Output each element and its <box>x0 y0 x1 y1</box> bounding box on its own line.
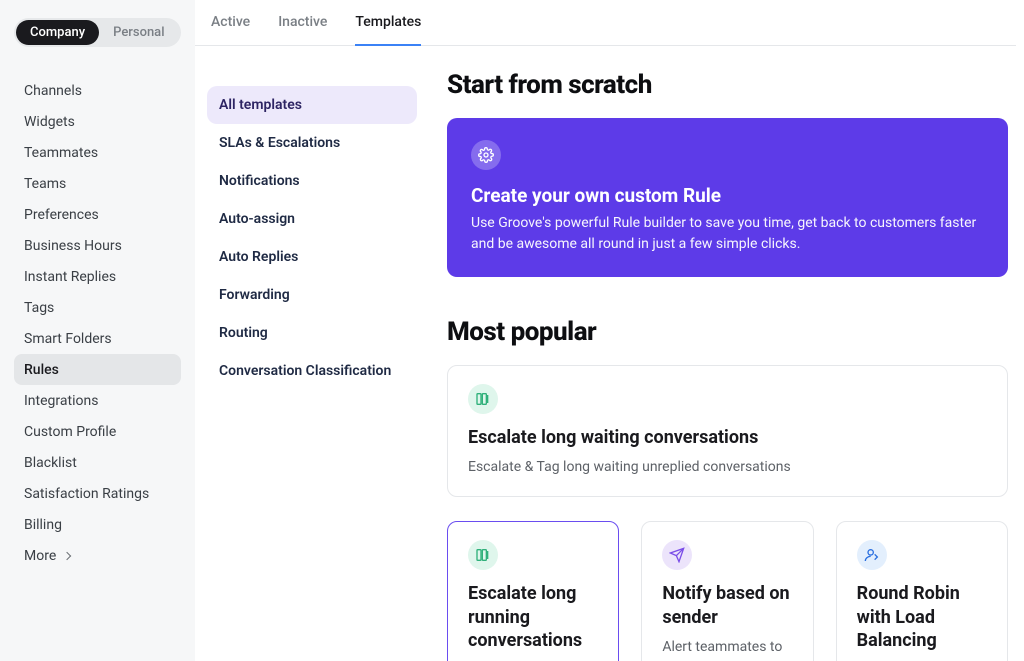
most-popular-heading: Most popular <box>447 317 1008 347</box>
category-auto-assign[interactable]: Auto-assign <box>207 200 417 238</box>
sidebar-item-widgets[interactable]: Widgets <box>14 106 181 137</box>
template-notify-sender[interactable]: Notify based on sender Alert teammates t… <box>641 521 813 661</box>
category-routing[interactable]: Routing <box>207 314 417 352</box>
scope-personal-tab[interactable]: Personal <box>99 20 178 45</box>
settings-sidebar: Company Personal Channels Widgets Teamma… <box>0 0 195 661</box>
sidebar-item-tags[interactable]: Tags <box>14 292 181 323</box>
scope-company-tab[interactable]: Company <box>16 20 99 45</box>
category-slas-escalations[interactable]: SLAs & Escalations <box>207 124 417 162</box>
sidebar-item-billing[interactable]: Billing <box>14 509 181 540</box>
card-title: Escalate long running conversations <box>468 582 598 652</box>
nav-list: Channels Widgets Teammates Teams Prefere… <box>14 75 181 571</box>
send-icon <box>662 540 692 570</box>
card-title: Notify based on sender <box>662 582 792 629</box>
scratch-heading: Start from scratch <box>447 70 1008 100</box>
templates-content: All templates SLAs & Escalations Notific… <box>195 68 1016 661</box>
sidebar-item-custom-profile[interactable]: Custom Profile <box>14 416 181 447</box>
hero-desc: Use Groove's powerful Rule builder to sa… <box>471 213 984 255</box>
escalation-icon <box>468 540 498 570</box>
sidebar-item-channels[interactable]: Channels <box>14 75 181 106</box>
sidebar-item-smart-folders[interactable]: Smart Folders <box>14 323 181 354</box>
sidebar-item-teams[interactable]: Teams <box>14 168 181 199</box>
tab-active[interactable]: Active <box>211 14 250 45</box>
rules-tabs: Active Inactive Templates <box>195 0 1016 46</box>
tab-inactive[interactable]: Inactive <box>278 14 327 45</box>
sidebar-item-blacklist[interactable]: Blacklist <box>14 447 181 478</box>
card-desc: Alert teammates to a conversation sent f… <box>662 637 792 661</box>
sidebar-item-teammates[interactable]: Teammates <box>14 137 181 168</box>
escalation-icon <box>468 384 498 414</box>
card-title: Round Robin with Load Balancing <box>857 582 987 652</box>
gear-icon <box>471 140 501 170</box>
card-title: Escalate long waiting conversations <box>468 426 987 449</box>
category-notifications[interactable]: Notifications <box>207 162 417 200</box>
sidebar-item-business-hours[interactable]: Business Hours <box>14 230 181 261</box>
sidebar-item-integrations[interactable]: Integrations <box>14 385 181 416</box>
sidebar-item-label: More <box>24 548 56 564</box>
templates-grid: Escalate long running conversations Esca… <box>447 521 1008 661</box>
sidebar-item-rules[interactable]: Rules <box>14 354 181 385</box>
sidebar-item-more[interactable]: More <box>14 540 181 571</box>
tab-templates[interactable]: Templates <box>355 14 421 46</box>
create-custom-rule-card[interactable]: Create your own custom Rule Use Groove's… <box>447 118 1008 277</box>
sidebar-item-satisfaction-ratings[interactable]: Satisfaction Ratings <box>14 478 181 509</box>
user-assign-icon <box>857 540 887 570</box>
template-round-robin[interactable]: Round Robin with Load Balancing Assign c… <box>836 521 1008 661</box>
scope-toggle: Company Personal <box>14 18 181 47</box>
sidebar-item-instant-replies[interactable]: Instant Replies <box>14 261 181 292</box>
hero-title: Create your own custom Rule <box>471 184 984 207</box>
sidebar-item-preferences[interactable]: Preferences <box>14 199 181 230</box>
category-forwarding[interactable]: Forwarding <box>207 276 417 314</box>
category-conversation-classification[interactable]: Conversation Classification <box>207 352 417 390</box>
card-desc: Escalate & Tag long waiting unreplied co… <box>468 457 987 478</box>
category-auto-replies[interactable]: Auto Replies <box>207 238 417 276</box>
chevron-right-icon <box>63 551 71 559</box>
category-all-templates[interactable]: All templates <box>207 86 417 124</box>
template-categories: All templates SLAs & Escalations Notific… <box>207 68 417 661</box>
template-escalate-running[interactable]: Escalate long running conversations Esca… <box>447 521 619 661</box>
main-panel: Active Inactive Templates All templates … <box>195 0 1024 661</box>
templates-right: Start from scratch Create your own custo… <box>447 68 1016 661</box>
template-escalate-waiting[interactable]: Escalate long waiting conversations Esca… <box>447 365 1008 497</box>
